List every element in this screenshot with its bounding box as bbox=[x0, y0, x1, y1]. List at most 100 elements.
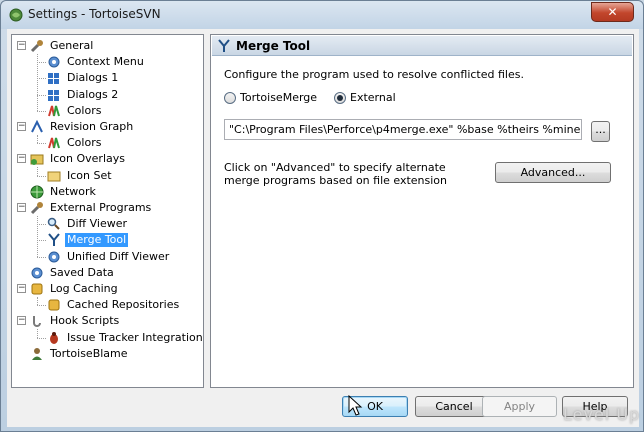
gear-icon bbox=[46, 249, 62, 265]
tree-expander[interactable]: − bbox=[17, 203, 26, 212]
tree-item-cached-repositories[interactable]: Cached Repositories bbox=[46, 297, 181, 313]
tree-connector bbox=[37, 329, 38, 338]
icon-set-icon bbox=[46, 168, 62, 184]
settings-page: Merge Tool Configure the program used to… bbox=[210, 34, 634, 388]
revision-graph-icon bbox=[29, 119, 45, 135]
watermark: Level Up bbox=[563, 405, 641, 424]
tree-connector bbox=[37, 297, 38, 306]
tree-item-label: Revision Graph bbox=[50, 120, 134, 133]
tree-item-label: External Programs bbox=[50, 201, 152, 214]
tree-item-diff-viewer[interactable]: Diff Viewer bbox=[46, 216, 129, 232]
tree-item-revision-graph[interactable]: Revision Graph bbox=[29, 119, 135, 135]
advanced-hint: Click on "Advanced" to specify alternate… bbox=[224, 161, 448, 187]
tree-item-label: Context Menu bbox=[67, 55, 144, 69]
tree-item-icon-overlays[interactable]: Icon Overlays bbox=[29, 151, 127, 167]
tree-item-dialogs-1[interactable]: Dialogs 1 bbox=[46, 70, 120, 86]
tree-item-label: Unified Diff Viewer bbox=[67, 249, 170, 263]
tree-item-saved-data[interactable]: Saved Data bbox=[29, 265, 116, 281]
tree-connector bbox=[37, 175, 46, 177]
hook-icon bbox=[29, 313, 45, 329]
radio-tortoisemerge-circle[interactable] bbox=[224, 91, 236, 104]
tree-connector bbox=[37, 305, 46, 307]
tree-item-label: Network bbox=[50, 184, 96, 198]
tree-connector bbox=[37, 143, 46, 145]
tree-item-label: Colors bbox=[67, 103, 102, 117]
tree-item-label: Dialogs 1 bbox=[67, 71, 119, 85]
wrench-icon bbox=[29, 200, 45, 216]
tree-item-label: Cached Repositories bbox=[67, 298, 180, 312]
advanced-button[interactable]: Advanced... bbox=[495, 162, 611, 183]
tree-connector bbox=[37, 94, 46, 96]
magnifier-icon bbox=[46, 216, 62, 232]
tree-item-general[interactable]: General bbox=[29, 38, 95, 54]
tree-item-label: Icon Set bbox=[67, 168, 112, 182]
palette-icon bbox=[46, 103, 62, 119]
window-title: Settings - TortoiseSVN bbox=[28, 7, 161, 21]
windows-icon bbox=[46, 70, 62, 86]
globe-icon bbox=[29, 184, 45, 200]
gear-icon bbox=[46, 54, 62, 70]
close-button[interactable]: ✕ bbox=[591, 2, 634, 22]
tree-expander[interactable]: − bbox=[17, 122, 26, 131]
dialog-client-area: General − Context Menu Dialogs 1 Dialogs 2 Co… bbox=[7, 29, 639, 427]
tree-item-issue-tracker-integration[interactable]: Issue Tracker Integration bbox=[46, 330, 205, 346]
tree-item-label: Colors bbox=[67, 136, 102, 150]
settings-window: Settings - TortoiseSVN ✕ General − Context… bbox=[0, 0, 644, 432]
windows-icon bbox=[46, 87, 62, 103]
tree-connector bbox=[37, 167, 38, 176]
tree-item-external-programs[interactable]: External Programs bbox=[29, 200, 153, 216]
browse-button[interactable]: ... bbox=[591, 121, 610, 142]
palette-icon bbox=[46, 135, 62, 151]
merge-icon bbox=[46, 232, 62, 248]
radio-tortoisemerge[interactable]: TortoiseMerge bbox=[224, 91, 317, 104]
tree-item-label: Diff Viewer bbox=[67, 217, 127, 231]
tree-item-icon-set[interactable]: Icon Set bbox=[46, 168, 114, 184]
bug-icon bbox=[46, 330, 62, 346]
tree-expander[interactable]: − bbox=[17, 284, 26, 293]
tree-connector bbox=[37, 224, 46, 226]
tree-expander[interactable]: − bbox=[17, 41, 26, 50]
tree-item-label: Dialogs 2 bbox=[67, 87, 119, 101]
tree-item-context-menu[interactable]: Context Menu bbox=[46, 54, 146, 70]
database-icon bbox=[29, 281, 45, 297]
tree-item-colors[interactable]: Colors bbox=[46, 103, 103, 119]
page-title: Merge Tool bbox=[236, 39, 311, 53]
tree-item-log-caching[interactable]: Log Caching bbox=[29, 281, 120, 297]
settings-tree[interactable]: General − Context Menu Dialogs 1 Dialogs 2 Co… bbox=[11, 34, 204, 388]
tree-item-label: TortoiseBlame bbox=[50, 346, 128, 360]
tree-item-tortoiseblame[interactable]: TortoiseBlame bbox=[29, 346, 130, 362]
radio-external-circle[interactable] bbox=[334, 91, 346, 104]
tree-item-label: Issue Tracker Integration bbox=[67, 330, 203, 344]
tree-connector bbox=[37, 54, 38, 111]
radio-tortoisemerge-label: TortoiseMerge bbox=[240, 91, 318, 104]
tree-expander[interactable]: − bbox=[17, 154, 26, 164]
merge-tool-path-input[interactable]: "C:\Program Files\Perforce\p4merge.exe" … bbox=[224, 119, 582, 140]
tree-item-network[interactable]: Network bbox=[29, 184, 98, 200]
tree-connector bbox=[37, 337, 46, 339]
title-bar[interactable]: Settings - TortoiseSVN ✕ bbox=[1, 1, 643, 29]
tree-item-hook-scripts[interactable]: Hook Scripts bbox=[29, 313, 121, 329]
tree-item-label: Hook Scripts bbox=[50, 314, 120, 328]
gear-icon bbox=[29, 265, 45, 281]
tree-item-unified-diff-viewer[interactable]: Unified Diff Viewer bbox=[46, 249, 171, 265]
tree-item-colors[interactable]: Colors bbox=[46, 135, 103, 151]
overlay-icon bbox=[29, 151, 45, 167]
radio-external[interactable]: External bbox=[334, 91, 396, 104]
page-header: Merge Tool bbox=[212, 36, 632, 56]
page-description: Configure the program used to resolve co… bbox=[224, 68, 524, 81]
tree-expander[interactable]: − bbox=[17, 316, 26, 326]
radio-external-label: External bbox=[350, 91, 396, 104]
tree-item-merge-tool[interactable]: Merge Tool bbox=[46, 232, 129, 248]
tree-connector bbox=[37, 256, 46, 258]
mouse-cursor-icon bbox=[348, 395, 363, 416]
tortoisesvn-icon bbox=[9, 8, 23, 22]
apply-button[interactable]: Apply bbox=[482, 396, 557, 417]
database-icon bbox=[46, 297, 62, 313]
blame-icon bbox=[29, 346, 45, 362]
tree-connector bbox=[37, 135, 38, 144]
tree-item-label: Saved Data bbox=[50, 265, 114, 279]
merge-icon bbox=[218, 39, 230, 52]
tree-connector bbox=[37, 110, 46, 112]
tree-item-dialogs-2[interactable]: Dialogs 2 bbox=[46, 87, 120, 103]
tree-item-label: General bbox=[50, 39, 94, 52]
